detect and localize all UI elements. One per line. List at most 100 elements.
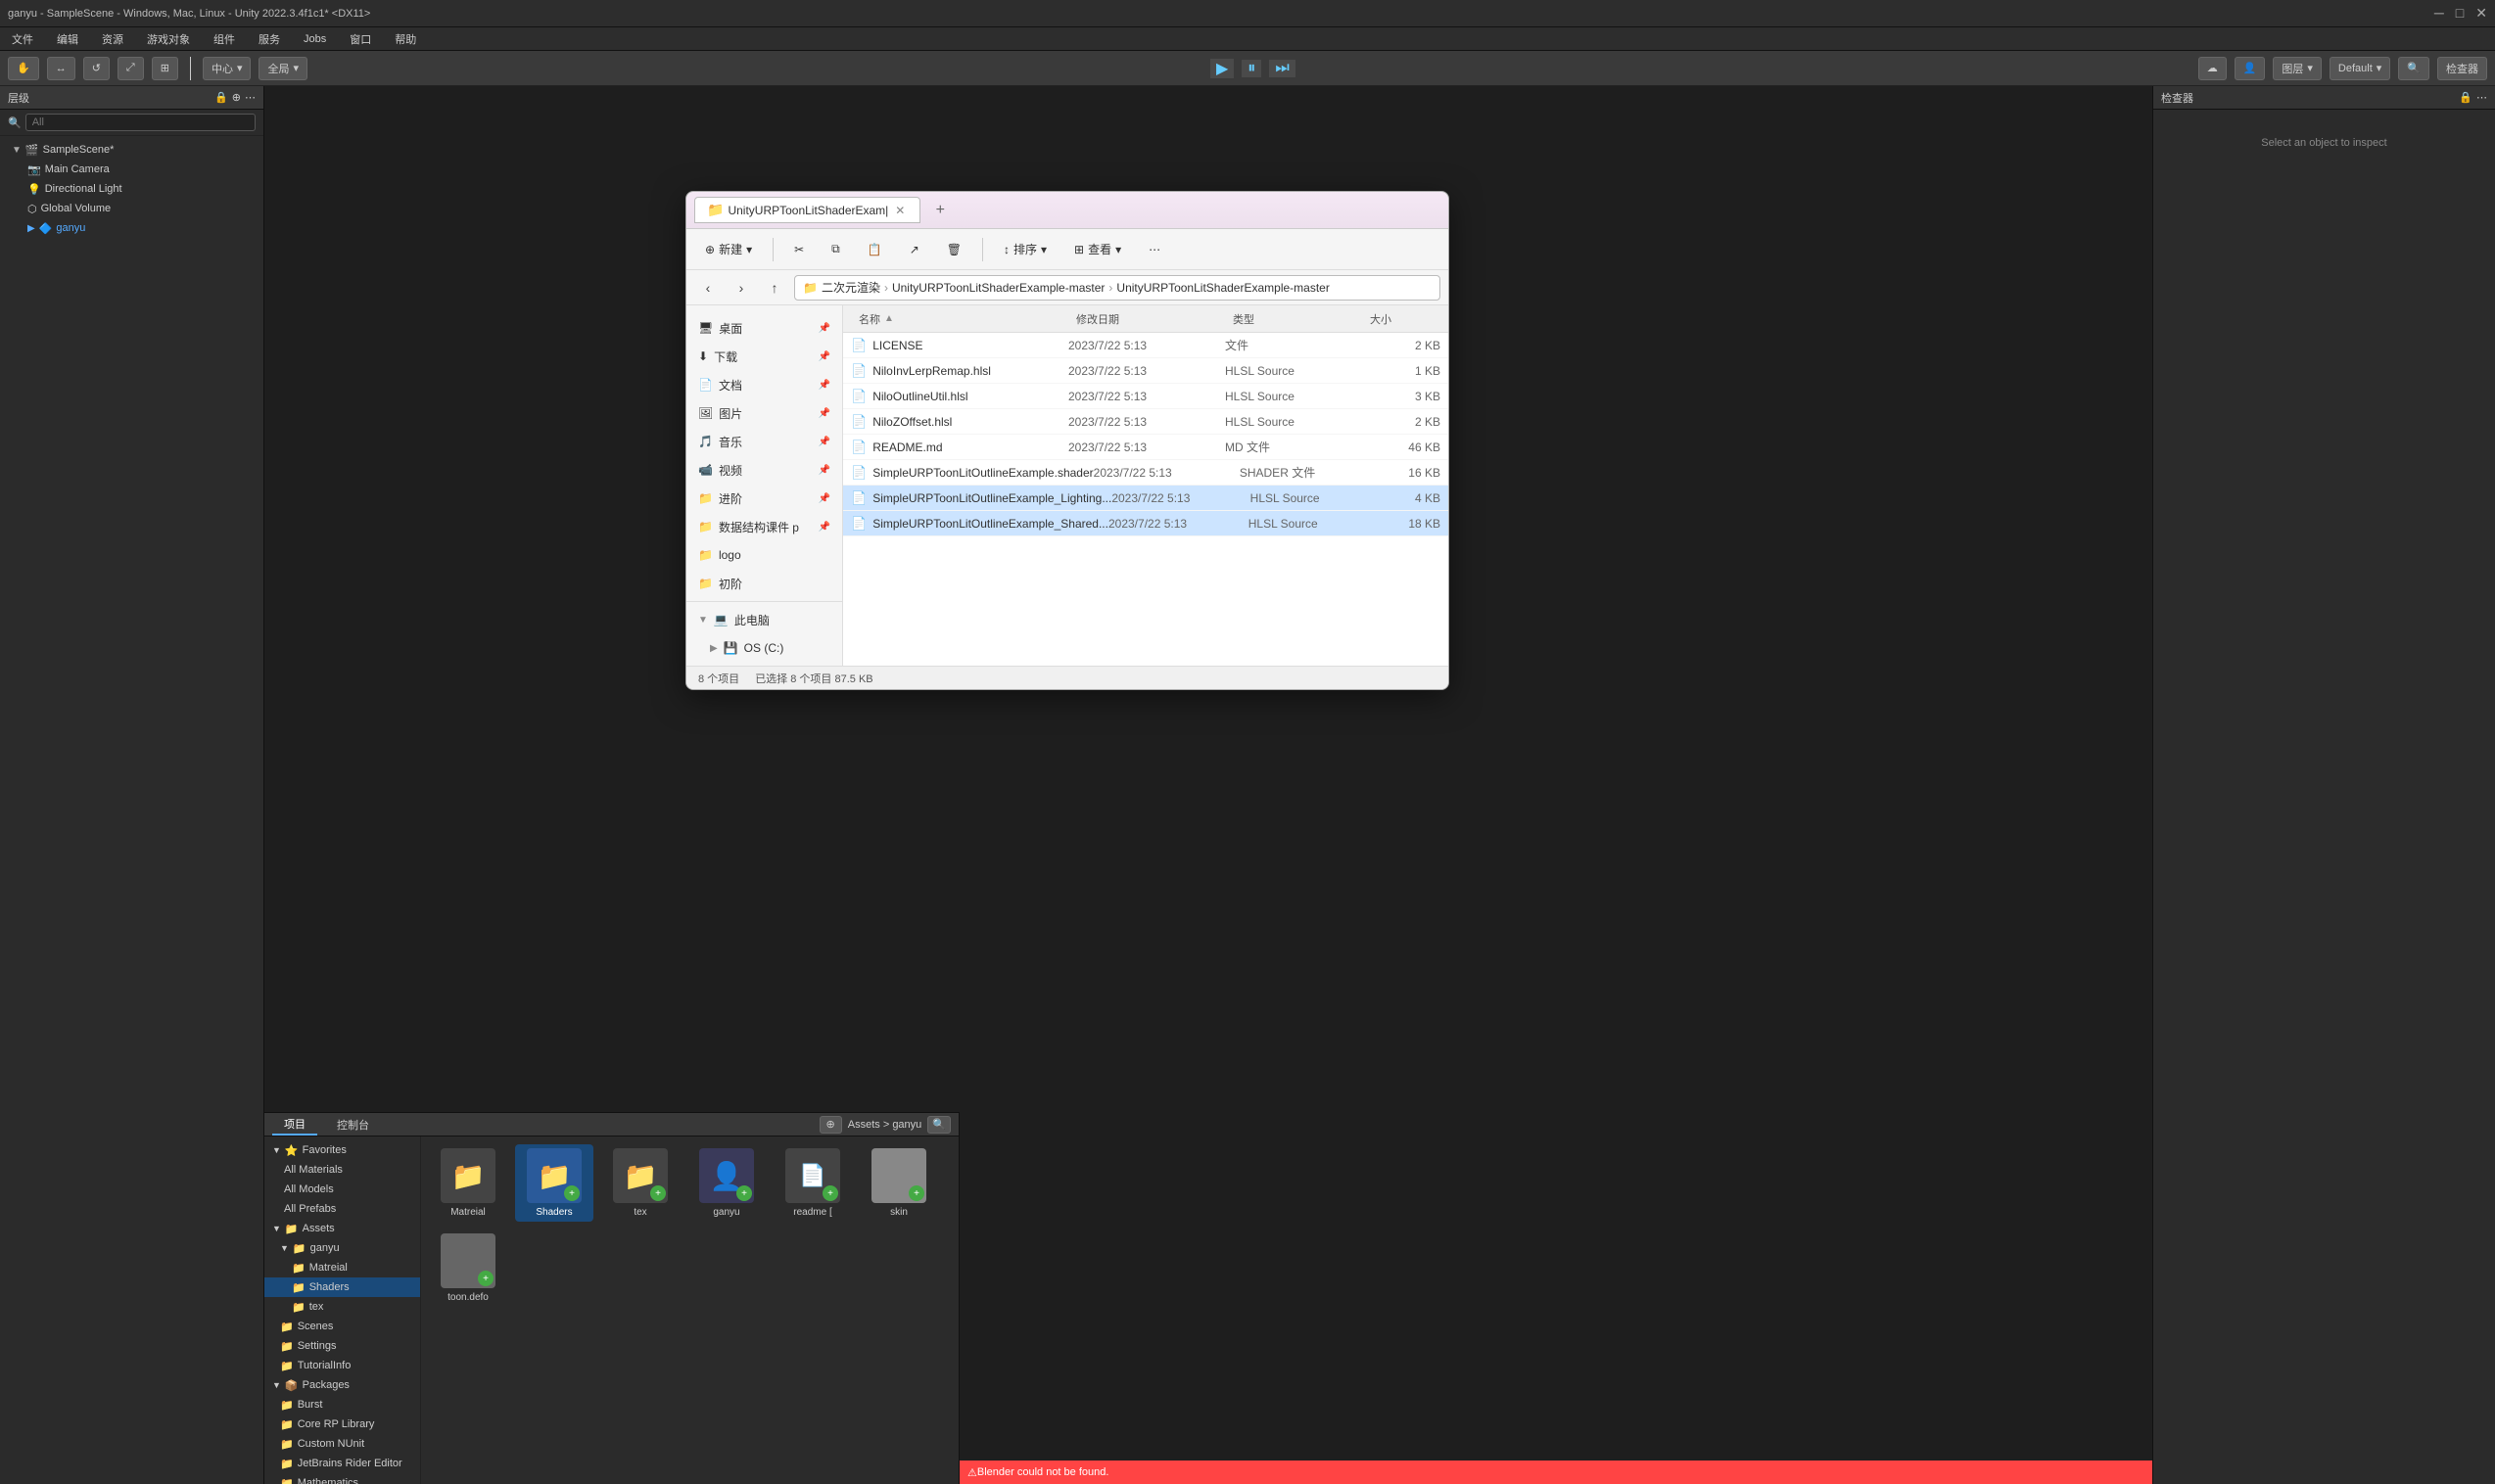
fe-col-size-header[interactable]: 大小	[1362, 311, 1440, 327]
hierarchy-search-input[interactable]	[25, 114, 256, 131]
fe-sidebar-beginner[interactable]: 📁 初阶	[690, 570, 838, 597]
fe-sidebar-images[interactable]: 🖼 图片 📌	[690, 399, 838, 427]
fe-file-simpleoutline[interactable]: 📄 SimpleURPToonLitOutlineExample.shader …	[843, 460, 1448, 486]
fe-sidebar-downloads[interactable]: ⬇ 下载 📌	[690, 343, 838, 370]
toolbar-transform-scale[interactable]: ⤢	[118, 57, 144, 80]
proj-burst[interactable]: 📁 Burst	[264, 1395, 420, 1414]
maximize-btn[interactable]: □	[2456, 5, 2464, 22]
proj-jetbrains[interactable]: 📁 JetBrains Rider Editor	[264, 1454, 420, 1473]
fe-sidebar-videos[interactable]: 📹 视频 📌	[690, 456, 838, 484]
hierarchy-item-global-volume[interactable]: ⬡ Global Volume	[0, 199, 263, 218]
fe-paste-btn[interactable]: 📋	[857, 235, 893, 264]
fe-sidebar-logo[interactable]: 📁 logo	[690, 541, 838, 569]
asset-shaders[interactable]: 📁 + Shaders	[515, 1144, 593, 1222]
menu-file[interactable]: 文件	[8, 29, 37, 49]
fe-sidebar-extras[interactable]: 📁 进阶 📌	[690, 485, 838, 512]
play-button[interactable]: ▶	[1210, 59, 1234, 78]
proj-customnunit[interactable]: 📁 Custom NUnit	[264, 1434, 420, 1454]
proj-mathematics[interactable]: 📁 Mathematics	[264, 1473, 420, 1484]
fe-more-btn[interactable]: ⋯	[1138, 235, 1171, 264]
asset-readme[interactable]: 📄 + readme [	[774, 1144, 852, 1222]
fe-tab-main[interactable]: 📁 UnityURPToonLitShaderExam| ✕	[694, 197, 920, 223]
toolbar-transform-move[interactable]: ↔	[47, 57, 75, 80]
toolbar-space-global[interactable]: 全局 ▾	[259, 57, 307, 80]
hierarchy-item-main-camera[interactable]: 📷 Main Camera	[0, 160, 263, 179]
fe-path-bar[interactable]: 📁 二次元渲染 › UnityURPToonLitShaderExample-m…	[794, 275, 1440, 301]
proj-assets[interactable]: ▼ 📁 Assets	[264, 1219, 420, 1238]
proj-corerplib[interactable]: 📁 Core RP Library	[264, 1414, 420, 1434]
toolbar-inspector[interactable]: 检查器	[2437, 57, 2487, 80]
proj-all-prefabs[interactable]: All Prefabs	[264, 1199, 420, 1219]
menu-component[interactable]: 组件	[210, 29, 239, 49]
fe-up-btn[interactable]: ↑	[761, 274, 788, 301]
proj-all-models[interactable]: All Models	[264, 1180, 420, 1199]
inspector-lock-icon[interactable]: 🔒	[2459, 91, 2472, 104]
toolbar-transform-rect[interactable]: ⊞	[152, 57, 178, 80]
fe-file-license[interactable]: 📄 LICENSE 2023/7/22 5:13 文件 2 KB	[843, 333, 1448, 358]
fe-delete-btn[interactable]: 🗑	[936, 235, 972, 264]
fe-sidebar-datacourse[interactable]: 📁 数据结构课件 p 📌	[690, 513, 838, 540]
asset-toon[interactable]: + toon.defo	[429, 1229, 507, 1307]
fe-forward-btn[interactable]: ›	[728, 274, 755, 301]
proj-shaders[interactable]: 📁 Shaders	[264, 1277, 420, 1297]
fe-file-simpleshared[interactable]: 📄 SimpleURPToonLitOutlineExample_Shared.…	[843, 511, 1448, 536]
hierarchy-item-directional-light[interactable]: 💡 Directional Light	[0, 179, 263, 199]
fe-file-niloinvlerp[interactable]: 📄 NiloInvLerpRemap.hlsl 2023/7/22 5:13 H…	[843, 358, 1448, 384]
menu-help[interactable]: 帮助	[391, 29, 420, 49]
fe-new-tab-btn[interactable]: +	[928, 199, 952, 222]
fe-file-nilooutline[interactable]: 📄 NiloOutlineUtil.hlsl 2023/7/22 5:13 HL…	[843, 384, 1448, 409]
toolbar-layout[interactable]: Default ▾	[2330, 57, 2390, 80]
fe-sort-btn[interactable]: ↕ 排序 ▾	[993, 235, 1058, 264]
project-tab[interactable]: 项目	[272, 1114, 317, 1136]
proj-tutorialinfo[interactable]: 📁 TutorialInfo	[264, 1356, 420, 1375]
proj-packages[interactable]: ▼ 📦 Packages	[264, 1375, 420, 1395]
proj-matreial[interactable]: 📁 Matreial	[264, 1258, 420, 1277]
toolbar-pivot-center[interactable]: 中心 ▾	[203, 57, 252, 80]
asset-skin[interactable]: + skin	[860, 1144, 938, 1222]
menu-edit[interactable]: 编辑	[53, 29, 82, 49]
window-controls[interactable]: ─ □ ✕	[2434, 5, 2487, 22]
minimize-btn[interactable]: ─	[2434, 5, 2444, 22]
proj-tex[interactable]: 📁 tex	[264, 1297, 420, 1317]
proj-settings[interactable]: 📁 Settings	[264, 1336, 420, 1356]
proj-all-materials[interactable]: All Materials	[264, 1160, 420, 1180]
fe-sidebar-documents[interactable]: 📄 文档 📌	[690, 371, 838, 398]
toolbar-account[interactable]: 👤	[2235, 57, 2266, 80]
fe-file-nilozoffset[interactable]: 📄 NiloZOffset.hlsl 2023/7/22 5:13 HLSL S…	[843, 409, 1448, 435]
fe-sidebar-desktop[interactable]: 🖥 桌面 📌	[690, 314, 838, 342]
fe-file-readme[interactable]: 📄 README.md 2023/7/22 5:13 MD 文件 46 KB	[843, 435, 1448, 460]
fe-back-btn[interactable]: ‹	[694, 274, 722, 301]
inspector-more-icon[interactable]: ⋯	[2476, 91, 2487, 104]
fe-sidebar-thispc[interactable]: ▼ 💻 此电脑	[690, 606, 838, 633]
toolbar-collab[interactable]: ☁	[2198, 57, 2227, 80]
menu-assets[interactable]: 资源	[98, 29, 127, 49]
close-btn[interactable]: ✕	[2475, 5, 2487, 22]
fe-copy-btn[interactable]: ⧉	[821, 235, 851, 264]
project-add-btn[interactable]: ⊕	[820, 1116, 842, 1134]
fe-cut-btn[interactable]: ✂	[783, 235, 815, 264]
fe-col-name-header[interactable]: 名称 ▲	[851, 311, 1068, 327]
menu-gameobject[interactable]: 游戏对象	[143, 29, 194, 49]
fe-new-btn[interactable]: ⊕ 新建 ▾	[694, 235, 763, 264]
menu-window[interactable]: 窗口	[346, 29, 375, 49]
toolbar-layers[interactable]: 图层 ▾	[2273, 57, 2322, 80]
fe-share-btn[interactable]: ↗	[899, 235, 930, 264]
step-button[interactable]: ⏭	[1269, 60, 1295, 77]
proj-favorites[interactable]: ▼ ⭐ Favorites	[264, 1140, 420, 1160]
fe-sidebar-music[interactable]: 🎵 音乐 📌	[690, 428, 838, 455]
fe-col-date-header[interactable]: 修改日期	[1068, 311, 1225, 327]
hierarchy-add-icon[interactable]: ⊕	[232, 91, 241, 104]
fe-view-btn[interactable]: ⊞ 查看 ▾	[1063, 235, 1132, 264]
hierarchy-more-icon[interactable]: ⋯	[245, 91, 256, 104]
toolbar-transform-hand[interactable]: ✋	[8, 57, 39, 80]
pause-button[interactable]: ⏸	[1242, 60, 1261, 77]
hierarchy-lock-icon[interactable]: 🔒	[214, 91, 228, 104]
project-search-btn[interactable]: 🔍	[927, 1116, 951, 1134]
toolbar-search[interactable]: 🔍	[2398, 57, 2429, 80]
fe-tab-close-btn[interactable]: ✕	[892, 203, 908, 218]
fe-file-simplelighting[interactable]: 📄 SimpleURPToonLitOutlineExample_Lightin…	[843, 486, 1448, 511]
console-tab[interactable]: 控制台	[325, 1115, 381, 1135]
menu-jobs[interactable]: Jobs	[300, 31, 330, 47]
hierarchy-item-ganyu[interactable]: ▶ 🔷 ganyu	[0, 218, 263, 238]
toolbar-transform-rotate[interactable]: ↺	[83, 57, 110, 80]
